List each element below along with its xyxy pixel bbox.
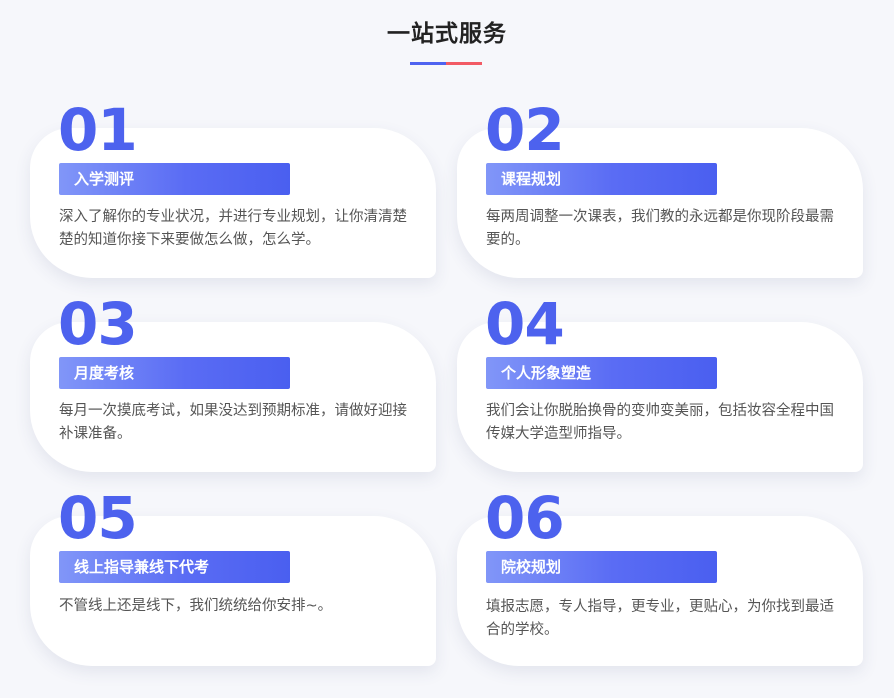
card-description: 不管线上还是线下，我们统统给你安排~。	[59, 598, 333, 614]
card-tag: 个人形象塑造	[486, 357, 717, 389]
card-number: 05	[58, 484, 138, 552]
card-number: 03	[58, 290, 138, 358]
section-title: 一站式服务	[387, 21, 507, 47]
card-tag: 院校规划	[486, 551, 717, 583]
card-description: 深入了解你的专业状况，并进行专业规划，让你清清楚楚的知道你接下来要做怎么做，怎么…	[59, 209, 407, 248]
card-number: 01	[58, 96, 138, 164]
card-tag: 线上指导兼线下代考	[59, 551, 290, 583]
card-description: 填报志愿，专人指导，更专业，更贴心，为你找到最适合的学校。	[486, 599, 834, 638]
card-tag: 月度考核	[59, 357, 290, 389]
title-underline	[410, 62, 482, 65]
title-underline-blue	[410, 62, 446, 65]
card-description: 每两周调整一次课表，我们教的永远都是你现阶段最需要的。	[486, 209, 834, 248]
card-tag: 入学测评	[59, 163, 290, 195]
card-description: 每月一次摸底考试，如果没达到预期标准，请做好迎接补课准备。	[59, 403, 407, 442]
card-description: 我们会让你脱胎换骨的变帅变美丽，包括妆容全程中国传媒大学造型师指导。	[486, 403, 834, 442]
card-number: 06	[485, 484, 565, 552]
card-number: 02	[485, 96, 565, 164]
card-tag: 课程规划	[486, 163, 717, 195]
title-underline-red	[446, 62, 482, 65]
one-stop-service-section: 一站式服务 01 入学测评 深入了解你的专业状况，并进行专业规划，让你清清楚楚的…	[0, 0, 894, 698]
card-number: 04	[485, 290, 565, 358]
